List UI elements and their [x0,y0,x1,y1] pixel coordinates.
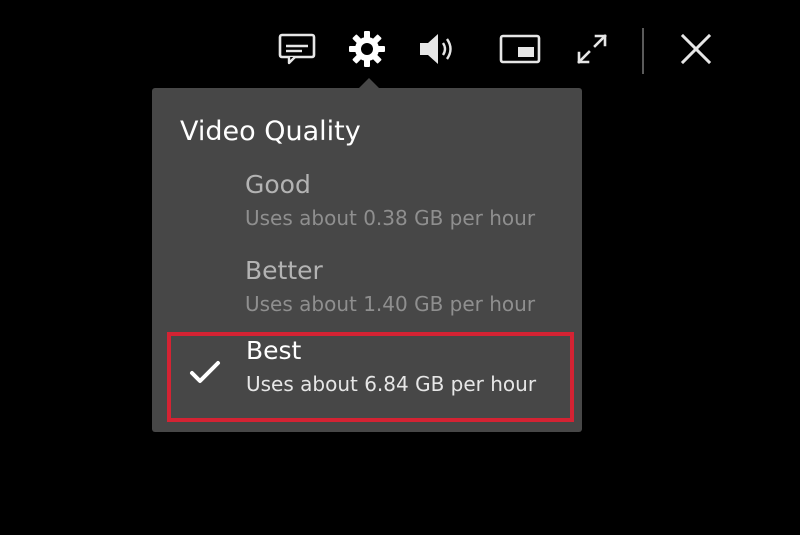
option-label: Good [245,170,311,199]
close-button[interactable] [672,25,720,73]
video-player-overlay: Video Quality Good Uses about 0.38 GB pe… [0,0,800,535]
option-description: Uses about 6.84 GB per hour [246,372,537,396]
toolbar-divider [642,28,644,74]
option-label: Best [246,336,302,365]
option-description: Uses about 1.40 GB per hour [245,292,536,316]
menu-title: Video Quality [180,116,361,147]
video-quality-menu: Video Quality Good Uses about 0.38 GB pe… [152,88,582,432]
quality-option-best[interactable]: Best Uses about 6.84 GB per hour [167,332,574,422]
quality-option-better[interactable]: Better Uses about 1.40 GB per hour [166,252,574,332]
checkmark-icon [190,361,220,383]
option-description: Uses about 0.38 GB per hour [245,206,536,230]
picture-in-picture-icon [499,34,541,64]
player-toolbar [0,0,800,100]
volume-button[interactable] [414,25,462,73]
subtitles-button[interactable] [273,25,321,73]
subtitles-icon [278,33,316,65]
option-label: Better [245,256,323,285]
menu-caret [359,78,379,88]
quality-option-good[interactable]: Good Uses about 0.38 GB per hour [166,166,574,246]
fullscreen-icon [577,34,607,64]
close-icon [680,33,712,65]
picture-in-picture-button[interactable] [496,25,544,73]
settings-button[interactable] [343,25,391,73]
volume-icon [420,34,452,64]
fullscreen-button[interactable] [568,25,616,73]
gear-icon [349,31,385,67]
